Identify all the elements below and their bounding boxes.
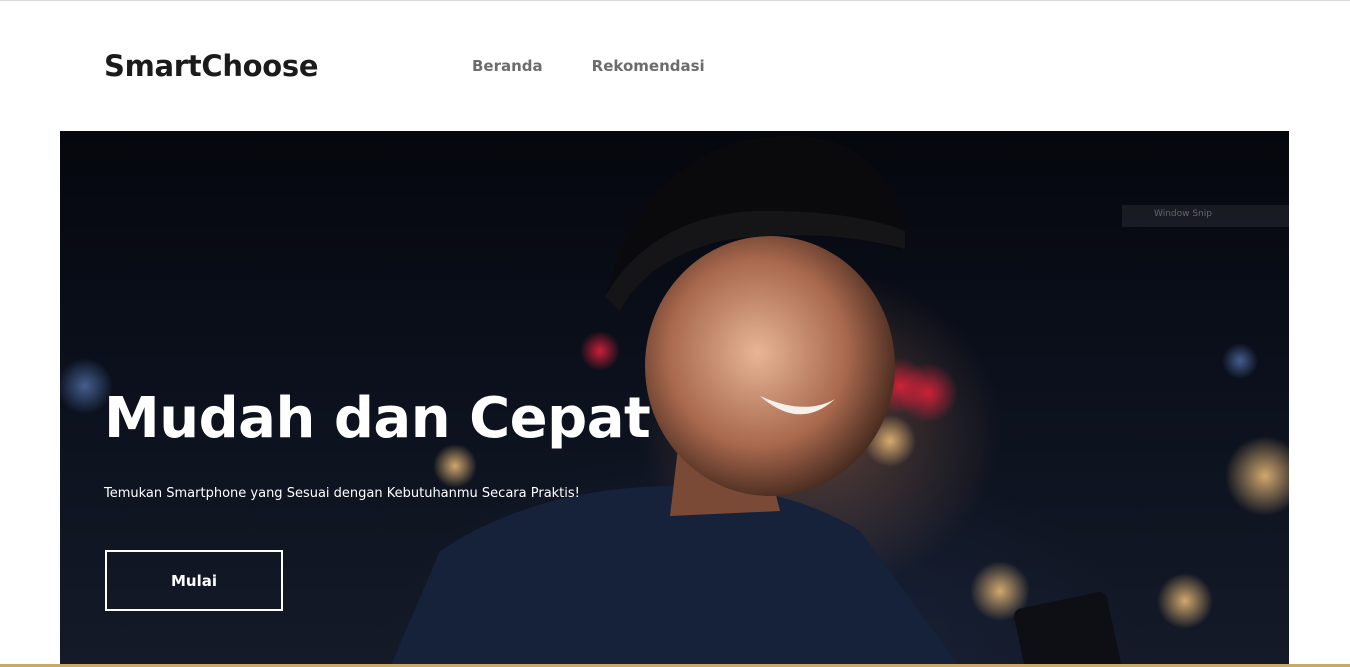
snip-watermark: Window Snip bbox=[1122, 205, 1289, 227]
hero-subtitle: Temukan Smartphone yang Sesuai dengan Ke… bbox=[104, 486, 580, 501]
brand-logo[interactable]: SmartChoose bbox=[104, 49, 319, 83]
main-nav: Beranda Rekomendasi bbox=[472, 57, 705, 75]
start-button[interactable]: Mulai bbox=[105, 550, 283, 611]
nav-item-rekomendasi[interactable]: Rekomendasi bbox=[592, 57, 705, 75]
hero-banner: Window Snip Mudah dan Cepat Temukan Smar… bbox=[60, 131, 1289, 667]
nav-item-beranda[interactable]: Beranda bbox=[472, 57, 543, 75]
hero-title: Mudah dan Cepat bbox=[104, 386, 651, 451]
site-header: SmartChoose Beranda Rekomendasi bbox=[0, 1, 1350, 131]
